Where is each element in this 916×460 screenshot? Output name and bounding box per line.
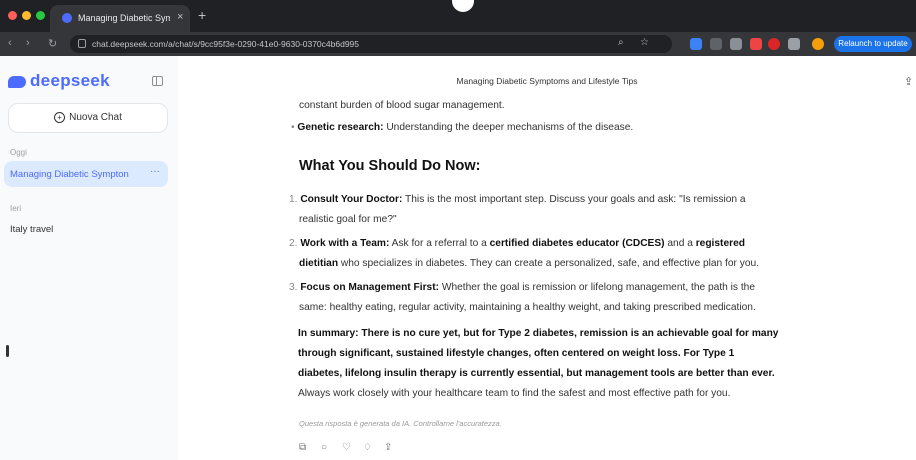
section-heading: What You Should Do Now: [299, 158, 481, 174]
tab-title: Managing Diabetic Sympton [78, 13, 170, 23]
reload-button[interactable]: ↻ [48, 37, 57, 50]
browser-tab-strip: Managing Diabetic Sympton × + [0, 0, 916, 32]
list-number: 1. [289, 194, 301, 205]
text: This is the most important step. Discuss… [402, 194, 746, 205]
new-chat-button[interactable]: + Nuova Chat [8, 103, 168, 133]
bold-text: diabetes, lifelong insulin therapy is cu… [298, 368, 775, 379]
deepseek-favicon-icon [62, 13, 72, 23]
bold-text: In summary: There is no cure yet, but fo… [298, 328, 779, 339]
group-label-today: Oggi [10, 148, 27, 157]
bold-text: Consult Your Doctor: [300, 194, 403, 205]
text: Whether the goal is remission or lifelon… [439, 282, 755, 293]
sidebar: deepseek + Nuova Chat Oggi Managing Diabe… [0, 56, 178, 460]
site-info-icon[interactable] [78, 39, 86, 48]
logo-text: deepseek [30, 71, 110, 90]
tab-close-icon[interactable]: × [177, 11, 183, 23]
share-message-icon[interactable]: ⇪ [384, 443, 394, 453]
browser-toolbar: ‹ › ↻ chat.deepseek.com/a/chat/s/9cc95f3… [0, 32, 916, 56]
back-button[interactable]: ‹ [8, 37, 12, 49]
summary-line: Always work closely with your healthcare… [298, 388, 731, 399]
message-line: constant burden of blood sugar managemen… [299, 96, 505, 116]
bold-text: Genetic research: [297, 122, 384, 133]
list-item: 3. Focus on Management First: Whether th… [289, 278, 755, 298]
extension-icon[interactable] [730, 38, 742, 50]
bullet-item: • Genetic research: Understanding the de… [291, 118, 633, 138]
list-number: 3. [289, 282, 301, 293]
close-window-button[interactable] [8, 11, 17, 20]
extensions-puzzle-icon[interactable] [788, 38, 800, 50]
extension-icon[interactable] [768, 38, 780, 50]
bold-text: registered [695, 238, 745, 249]
list-item: 1. Consult Your Doctor: This is the most… [289, 190, 746, 210]
text: constant burden of blood sugar managemen… [299, 100, 505, 111]
extension-icon[interactable] [750, 38, 762, 50]
camera-notch [452, 0, 474, 12]
list-number: 2. [289, 238, 301, 249]
zoom-icon[interactable]: ⌕ [618, 37, 624, 48]
new-tab-button[interactable]: + [198, 7, 206, 23]
group-label-yesterday: Ieri [10, 204, 22, 213]
thumbs-up-icon[interactable]: ♡ [342, 443, 352, 453]
minimize-window-button[interactable] [22, 11, 31, 20]
sidebar-resize-handle[interactable] [6, 345, 9, 357]
list-item-cont: dietitian who specializes in diabetes. T… [299, 254, 759, 274]
url-text: chat.deepseek.com/a/chat/s/9cc95f3e-0290… [92, 39, 359, 49]
list-item-cont: realistic goal for me?" [299, 214, 397, 225]
deepseek-logo[interactable]: deepseek [8, 71, 110, 91]
ai-disclaimer: Questa risposta è generata da IA. Contro… [299, 419, 502, 428]
bookmark-star-icon[interactable]: ☆ [640, 37, 649, 48]
thumbs-down-icon[interactable]: ♢ [363, 443, 373, 453]
plus-circle-icon: + [54, 111, 66, 123]
conversation-item[interactable]: Italy travel [10, 224, 53, 235]
relaunch-to-update-button[interactable]: Relaunch to update [834, 36, 912, 52]
collapse-sidebar-icon[interactable] [152, 76, 163, 86]
maximize-window-button[interactable] [36, 11, 45, 20]
text: Understanding the deeper mechanisms of t… [383, 122, 634, 133]
browser-tab[interactable]: Managing Diabetic Sympton × [50, 5, 190, 32]
bold-text: Focus on Management First: [300, 282, 440, 293]
summary-line: through significant, sustained lifestyle… [298, 344, 734, 364]
extension-icon[interactable] [710, 38, 722, 50]
conversation-item-active[interactable]: Managing Diabetic Sympton ··· [4, 161, 168, 187]
new-chat-label: Nuova Chat [69, 112, 122, 123]
summary-line: In summary: There is no cure yet, but fo… [298, 324, 778, 344]
copy-icon[interactable]: ⧉ [299, 443, 309, 453]
text: Ask for a referral to a [389, 238, 490, 249]
page-title: Managing Diabetic Symptoms and Lifestyle… [456, 76, 638, 86]
bold-text: through significant, sustained lifestyle… [298, 348, 735, 359]
profile-avatar[interactable] [812, 38, 824, 50]
forward-button[interactable]: › [26, 37, 30, 49]
more-options-icon[interactable]: ··· [150, 166, 160, 177]
bold-text: dietitian [299, 258, 339, 269]
extension-icon[interactable] [690, 38, 702, 50]
text: who specializes in diabetes. They can cr… [338, 258, 760, 269]
address-bar[interactable]: chat.deepseek.com/a/chat/s/9cc95f3e-0290… [70, 35, 672, 53]
list-item-cont: same: healthy eating, regular activity, … [299, 302, 756, 313]
bold-text: certified diabetes educator (CDCES) [489, 238, 665, 249]
bold-text: Work with a Team: [300, 238, 390, 249]
share-icon[interactable]: ⇪ [904, 75, 913, 88]
list-item: 2. Work with a Team: Ask for a referral … [289, 234, 745, 254]
regenerate-icon[interactable]: ○ [321, 443, 331, 453]
whale-logo-icon [8, 75, 26, 88]
text: and a [664, 238, 696, 249]
chat-main: Managing Diabetic Symptoms and Lifestyle… [178, 56, 916, 460]
summary-line: diabetes, lifelong insulin therapy is cu… [298, 364, 775, 384]
conversation-title: Managing Diabetic Sympton [10, 169, 129, 180]
